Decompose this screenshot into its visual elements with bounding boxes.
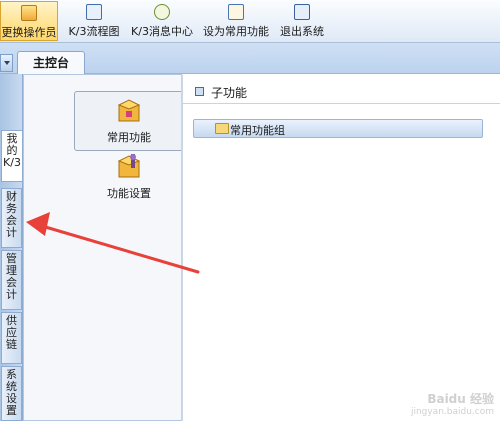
main-toolbar: 更换操作员 K/3流程图 K/3消息中心 设为常用功能 退出系统	[0, 0, 500, 43]
side-tab-supply-chain[interactable]: 供应链	[1, 312, 22, 364]
folder-icon	[215, 123, 229, 134]
favorites-group-label: 常用功能组	[230, 124, 285, 137]
watermark-line1: Baidu 经验	[427, 392, 494, 406]
side-tab-system-settings[interactable]: 系统设置	[1, 366, 22, 421]
exit-system-button[interactable]: 退出系统	[276, 1, 328, 41]
change-operator-button[interactable]: 更换操作员	[0, 1, 58, 41]
k3-flowchart-button[interactable]: K/3流程图	[62, 1, 126, 41]
exit-system-label: 退出系统	[280, 25, 324, 38]
function-favorites-label: 常用功能	[107, 131, 151, 144]
sub-function-area: 子功能 常用功能组	[183, 74, 500, 421]
tab-main-console[interactable]: 主控台	[17, 51, 85, 74]
user-switch-icon	[21, 5, 37, 21]
function-favorites[interactable]: 常用功能	[76, 97, 182, 145]
side-tab-my-k3[interactable]: 我的K/3	[1, 130, 22, 182]
function-list-panel: 常用功能 功能设置	[23, 74, 184, 421]
module-tab-column: 我的K/3 财务会计 管理会计 供应链 系统设置	[0, 74, 23, 421]
side-tab-financial-accounting[interactable]: 财务会计	[1, 188, 22, 248]
tab-dropdown-button[interactable]	[0, 54, 13, 72]
sub-function-header: 子功能	[183, 82, 500, 104]
change-operator-label: 更换操作员	[1, 26, 57, 39]
app-window: 更换操作员 K/3流程图 K/3消息中心 设为常用功能 退出系统 主控台 我的K…	[0, 0, 500, 421]
flowchart-icon	[86, 4, 102, 20]
favorite-set-icon	[228, 4, 244, 20]
exit-icon	[294, 4, 310, 20]
function-settings[interactable]: 功能设置	[76, 153, 182, 201]
function-settings-label: 功能设置	[107, 187, 151, 200]
tab-strip: 主控台	[0, 43, 500, 74]
box-settings-icon	[117, 154, 141, 178]
message-center-icon	[154, 4, 170, 20]
side-tab-management-accounting[interactable]: 管理会计	[1, 250, 22, 310]
set-favorite-label: 设为常用功能	[203, 25, 269, 38]
favorites-group-row[interactable]: 常用功能组	[193, 119, 483, 138]
watermark-line2: jingyan.baidu.com	[410, 407, 494, 417]
k3-message-center-label: K/3消息中心	[131, 25, 193, 38]
sub-function-title: 子功能	[211, 86, 248, 100]
set-favorite-button[interactable]: 设为常用功能	[200, 1, 272, 41]
k3-message-center-button[interactable]: K/3消息中心	[128, 1, 196, 41]
box-icon	[117, 99, 141, 122]
k3-flowchart-label: K/3流程图	[68, 25, 120, 38]
watermark: Baidu 经验 jingyan.baidu.com	[411, 393, 494, 419]
section-square-icon	[195, 87, 204, 96]
